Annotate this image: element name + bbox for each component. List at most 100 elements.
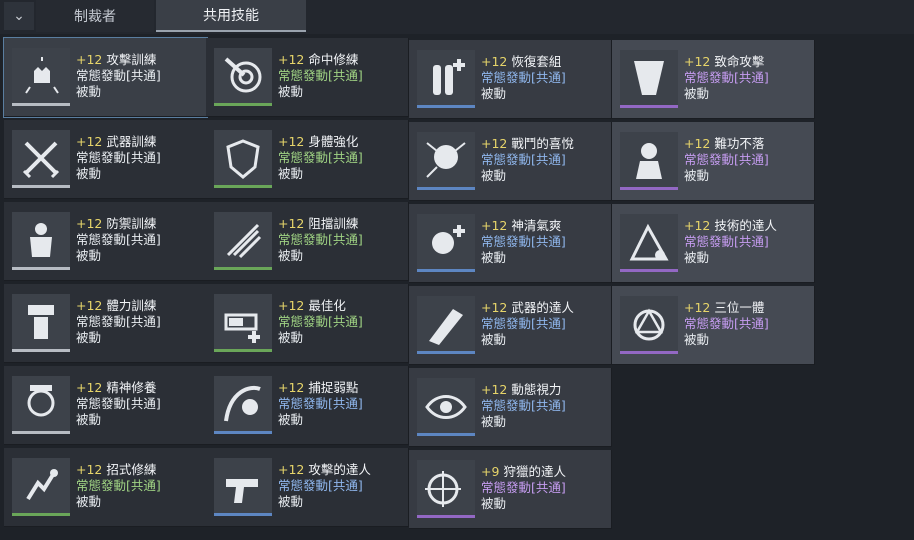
skill-passive: 被動 — [76, 84, 102, 99]
tab-sanctioner[interactable]: 制裁者 — [36, 0, 154, 32]
skill-level: +12 — [684, 300, 711, 315]
skill-card[interactable]: +12 命中修練 常態發動[共通] 被動 — [206, 38, 409, 117]
skill-name: 神清氣爽 — [511, 218, 562, 233]
skill-title: +12 武器的達人 — [481, 300, 574, 316]
skill-card[interactable]: +9 狩獵的達人 常態發動[共通] 被動 — [409, 450, 612, 529]
skill-type: 常態發動[共通] — [481, 234, 566, 249]
trinity-icon — [633, 307, 665, 340]
skill-type: 常態發動[共通] — [481, 480, 566, 495]
skill-text: +12 神清氣爽 常態發動[共通] 被動 — [481, 218, 566, 266]
skill-passive: 被動 — [684, 168, 710, 183]
chevron-down-icon: ⌄ — [13, 8, 25, 24]
mind-icon — [27, 384, 55, 416]
skill-icon-box — [417, 460, 475, 518]
skill-card[interactable]: +12 精神修養 常態發動[共通] 被動 — [4, 366, 207, 445]
skill-title: +12 攻擊訓練 — [76, 52, 161, 68]
skill-card[interactable]: +12 體力訓練 常態發動[共通] 被動 — [4, 284, 207, 363]
eye-icon — [425, 394, 467, 419]
skill-title: +12 身體強化 — [278, 134, 363, 150]
skill-card[interactable]: +12 恢復套組 常態發動[共通] 被動 — [409, 40, 612, 119]
block-icon — [226, 223, 262, 258]
collapse-button[interactable]: ⌄ — [4, 2, 34, 30]
skill-icon-box — [214, 458, 272, 516]
skill-title: +12 防禦訓練 — [76, 216, 161, 232]
skill-icon-box — [620, 132, 678, 190]
skill-type: 常態發動[共通] — [76, 478, 161, 493]
skill-card[interactable]: +12 阻擋訓練 常態發動[共通] 被動 — [206, 202, 409, 281]
skill-card[interactable]: +12 防禦訓練 常態發動[共通] 被動 — [4, 202, 207, 281]
skill-icon-box — [214, 376, 272, 434]
skill-level: +12 — [278, 298, 305, 313]
skill-passive: 被動 — [481, 250, 507, 265]
skill-card[interactable]: +12 攻擊訓練 常態發動[共通] 被動 — [3, 37, 208, 118]
skill-card[interactable]: +12 武器的達人 常態發動[共通] 被動 — [409, 286, 612, 365]
skill-icon-box — [417, 132, 475, 190]
skill-level: +12 — [76, 462, 103, 477]
skill-passive: 被動 — [76, 330, 102, 345]
skill-level: +12 — [481, 300, 508, 315]
tab-label: 共用技能 — [203, 8, 259, 24]
skill-type: 常態發動[共通] — [76, 232, 161, 247]
skill-text: +12 精神修養 常態發動[共通] 被動 — [76, 380, 161, 428]
tab-common-skills[interactable]: 共用技能 — [156, 0, 306, 32]
skill-level: +12 — [278, 52, 305, 67]
skill-card[interactable]: +12 身體強化 常態發動[共通] 被動 — [206, 120, 409, 199]
skill-type: 常態發動[共通] — [481, 398, 566, 413]
skill-text: +12 武器訓練 常態發動[共通] 被動 — [76, 134, 161, 182]
skill-card[interactable]: +12 攻擊的達人 常態發動[共通] 被動 — [206, 448, 409, 527]
skill-text: +12 攻擊的達人 常態發動[共通] 被動 — [278, 462, 371, 510]
skill-passive: 被動 — [76, 248, 102, 263]
skill-type: 常態發動[共通] — [278, 68, 363, 83]
skill-text: +12 恢復套組 常態發動[共通] 被動 — [481, 54, 566, 102]
skill-level: +9 — [481, 464, 500, 479]
skill-passive: 被動 — [481, 496, 507, 511]
skill-card[interactable]: +12 致命攻擊 常態發動[共通] 被動 — [612, 40, 815, 119]
skill-type: 常態發動[共通] — [684, 152, 769, 167]
skill-name: 狩獵的達人 — [503, 464, 566, 479]
skill-icon-box — [12, 458, 70, 516]
skill-name: 攻擊訓練 — [106, 52, 157, 67]
skill-card[interactable]: +12 動態視力 常態發動[共通] 被動 — [409, 368, 612, 447]
target-icon — [224, 57, 262, 92]
skill-card[interactable]: +12 武器訓練 常態發動[共通] 被動 — [4, 120, 207, 199]
skill-icon-box — [214, 212, 272, 270]
skill-card[interactable]: +12 三位一體 常態發動[共通] 被動 — [612, 286, 815, 365]
skill-title: +12 體力訓練 — [76, 298, 161, 314]
skill-text: +12 阻擋訓練 常態發動[共通] 被動 — [278, 216, 363, 264]
skill-icon-box — [417, 378, 475, 436]
skill-card[interactable]: +12 難功不落 常態發動[共通] 被動 — [612, 122, 815, 201]
skill-level: +12 — [684, 54, 711, 69]
skill-name: 防禦訓練 — [106, 216, 157, 231]
skill-type: 常態發動[共通] — [684, 234, 769, 249]
skill-type: 常態發動[共通] — [76, 150, 161, 165]
skill-card[interactable]: +12 最佳化 常態發動[共通] 被動 — [206, 284, 409, 363]
skill-passive: 被動 — [278, 248, 304, 263]
skill-type: 常態發動[共通] — [278, 478, 363, 493]
skill-name: 體力訓練 — [106, 298, 157, 313]
skill-name: 阻擋訓練 — [308, 216, 359, 231]
skill-text: +12 最佳化 常態發動[共通] 被動 — [278, 298, 363, 346]
weakpoint-icon — [224, 385, 261, 421]
skill-icon-box — [12, 376, 70, 434]
skill-name: 致命攻擊 — [714, 54, 765, 69]
skill-passive: 被動 — [684, 86, 710, 101]
skill-level: +12 — [278, 134, 305, 149]
skill-card[interactable]: +12 捕捉弱點 常態發動[共通] 被動 — [206, 366, 409, 445]
skill-card[interactable]: +12 招式修練 常態發動[共通] 被動 — [4, 448, 207, 527]
skill-card[interactable]: +12 神清氣爽 常態發動[共通] 被動 — [409, 204, 612, 283]
skill-passive: 被動 — [76, 166, 102, 181]
skill-icon-box — [12, 212, 70, 270]
skill-name: 招式修練 — [106, 462, 157, 477]
skill-name: 戰鬥的喜悅 — [511, 136, 574, 151]
skill-icon-box — [12, 294, 70, 352]
skill-card[interactable]: +12 戰鬥的喜悅 常態發動[共通] 被動 — [409, 122, 612, 201]
skill-text: +12 戰鬥的喜悅 常態發動[共通] 被動 — [481, 136, 574, 184]
skill-title: +12 武器訓練 — [76, 134, 161, 150]
skill-name: 恢復套組 — [511, 54, 562, 69]
skill-text: +12 捕捉弱點 常態發動[共通] 被動 — [278, 380, 363, 428]
skill-type: 常態發動[共通] — [76, 68, 161, 83]
skill-level: +12 — [278, 462, 305, 477]
skill-card[interactable]: +12 技術的達人 常態發動[共通] 被動 — [612, 204, 815, 283]
skill-passive: 被動 — [481, 332, 507, 347]
skill-grid: +12 攻擊訓練 常態發動[共通] 被動 +12 武器訓練 常態發動[共通] 被動 +12 防禦訓… — [3, 37, 914, 538]
